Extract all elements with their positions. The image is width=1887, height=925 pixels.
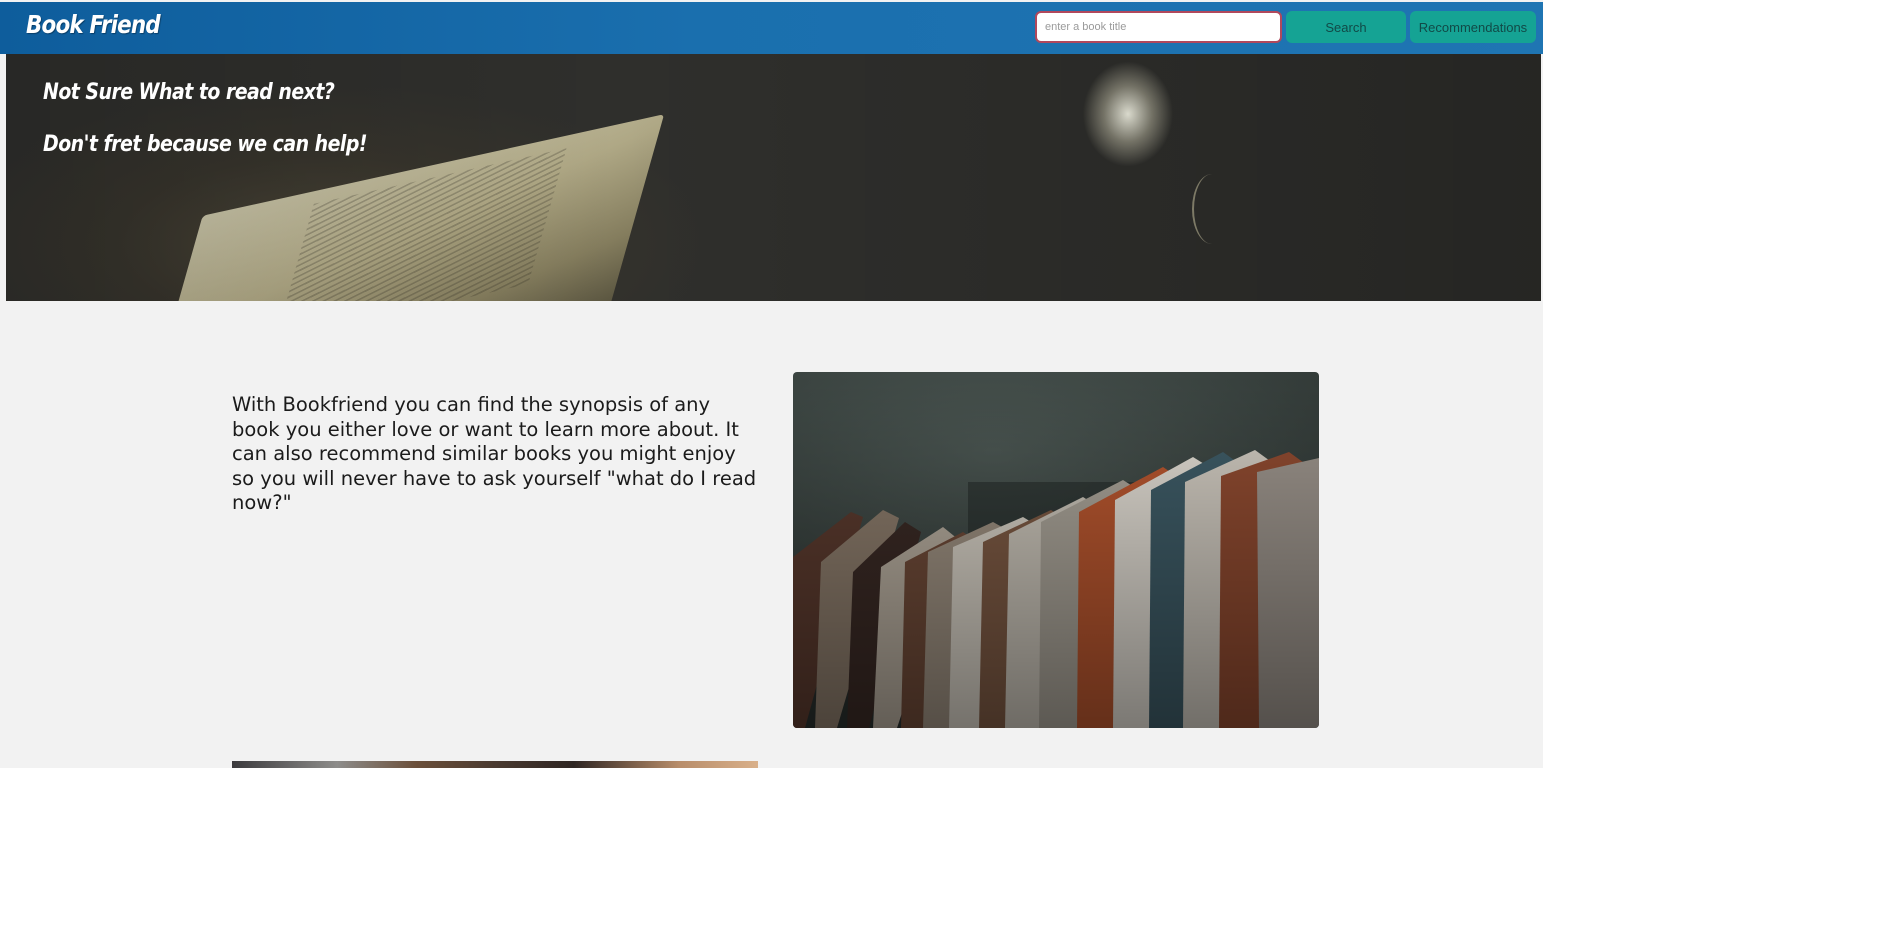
brand-logo[interactable]: Book Friend — [26, 10, 161, 39]
intro-paragraph: With Bookfriend you can find the synopsi… — [232, 393, 757, 514]
recommendations-button[interactable]: Recommendations — [1410, 11, 1536, 43]
second-feature-image — [232, 761, 758, 768]
bookshelf-image — [793, 372, 1319, 728]
hero-subheadline: Don't fret because we can help! — [43, 132, 368, 157]
hero-banner: Not Sure What to read next? Don't fret b… — [6, 54, 1541, 301]
search-input[interactable] — [1035, 11, 1282, 43]
bookshelf-illustration — [793, 372, 1319, 728]
site-container: Book Friend Search Recommendations Not S… — [0, 0, 1543, 768]
search-button[interactable]: Search — [1286, 11, 1406, 43]
hero-headline: Not Sure What to read next? — [43, 80, 335, 105]
navbar: Book Friend Search Recommendations — [0, 2, 1543, 54]
